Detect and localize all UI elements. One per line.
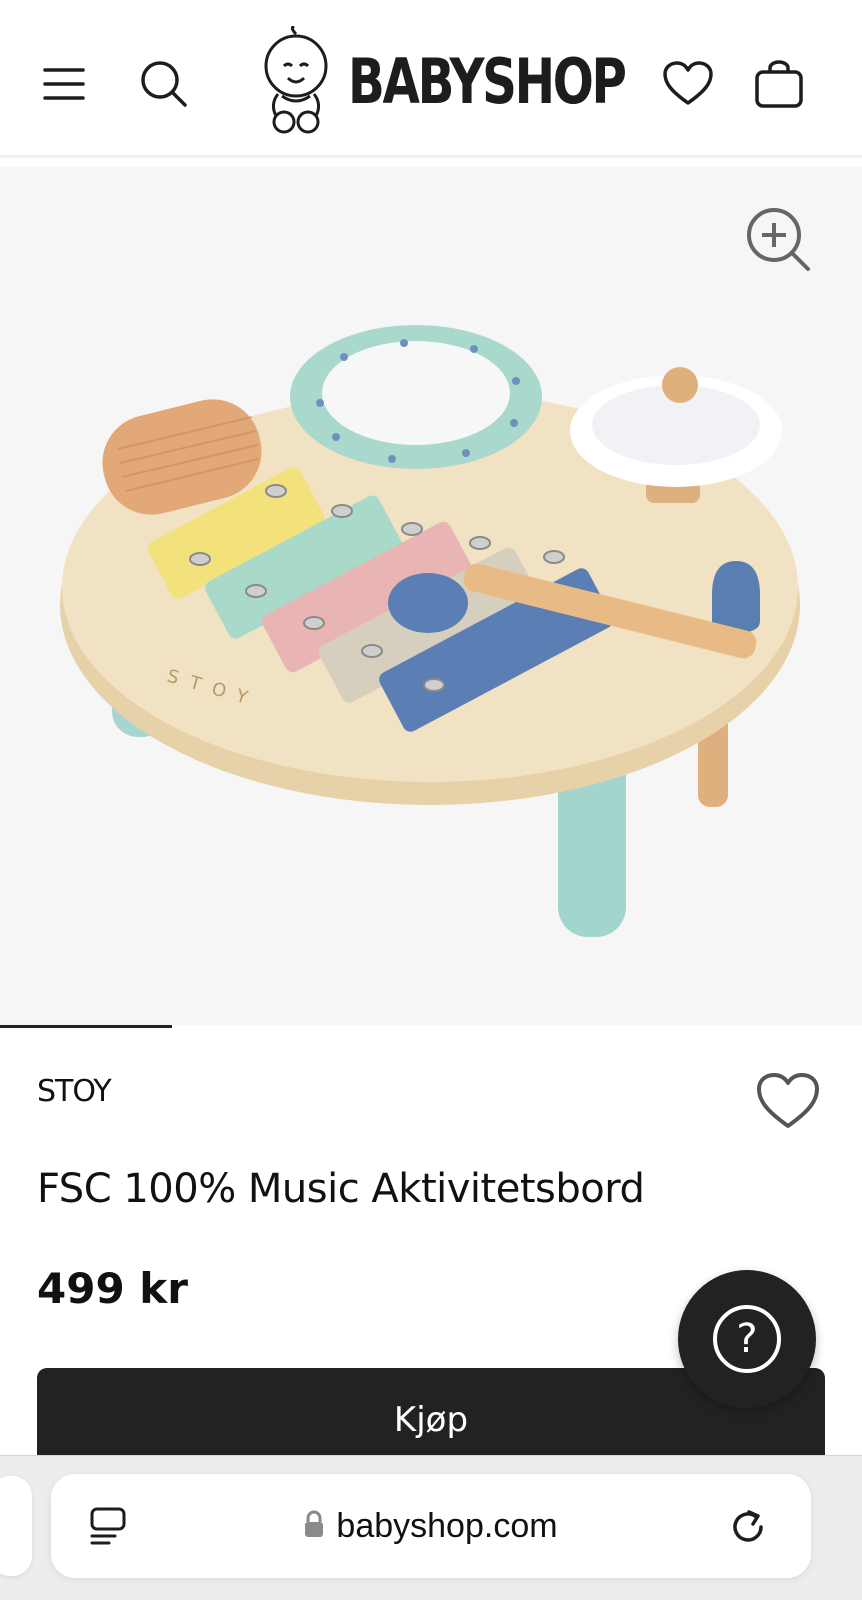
heart-icon[interactable] (662, 58, 714, 110)
previous-tab-peek[interactable] (0, 1476, 32, 1576)
product-image-gallery[interactable]: STOY (0, 167, 862, 1029)
product-title: FSC 100% Music Aktivitetsbord (37, 1166, 645, 1212)
logo-text: BABYSHOP (348, 44, 627, 118)
product-brand[interactable]: STOY (37, 1074, 112, 1109)
lock-icon (304, 1510, 324, 1543)
question-icon: ? (713, 1305, 781, 1373)
search-icon[interactable] (138, 58, 190, 110)
menu-icon[interactable] (40, 60, 88, 108)
address-bar[interactable]: babyshop.com (51, 1474, 811, 1578)
site-header: BABYSHOP (0, 0, 862, 158)
bag-icon[interactable] (752, 58, 806, 112)
help-button[interactable]: ? (678, 1270, 816, 1408)
zoom-in-icon[interactable] (746, 207, 812, 278)
product-image: STOY (60, 325, 800, 937)
browser-toolbar: babyshop.com (0, 1455, 862, 1600)
logo[interactable]: BABYSHOP (258, 26, 703, 136)
add-to-wishlist-heart-icon[interactable] (756, 1072, 820, 1135)
baby-mascot-icon (264, 26, 328, 134)
url-text: babyshop.com (336, 1506, 558, 1545)
product-price: 499 kr (37, 1264, 188, 1313)
reload-icon[interactable] (727, 1506, 769, 1553)
gallery-progress-indicator (0, 1025, 173, 1028)
